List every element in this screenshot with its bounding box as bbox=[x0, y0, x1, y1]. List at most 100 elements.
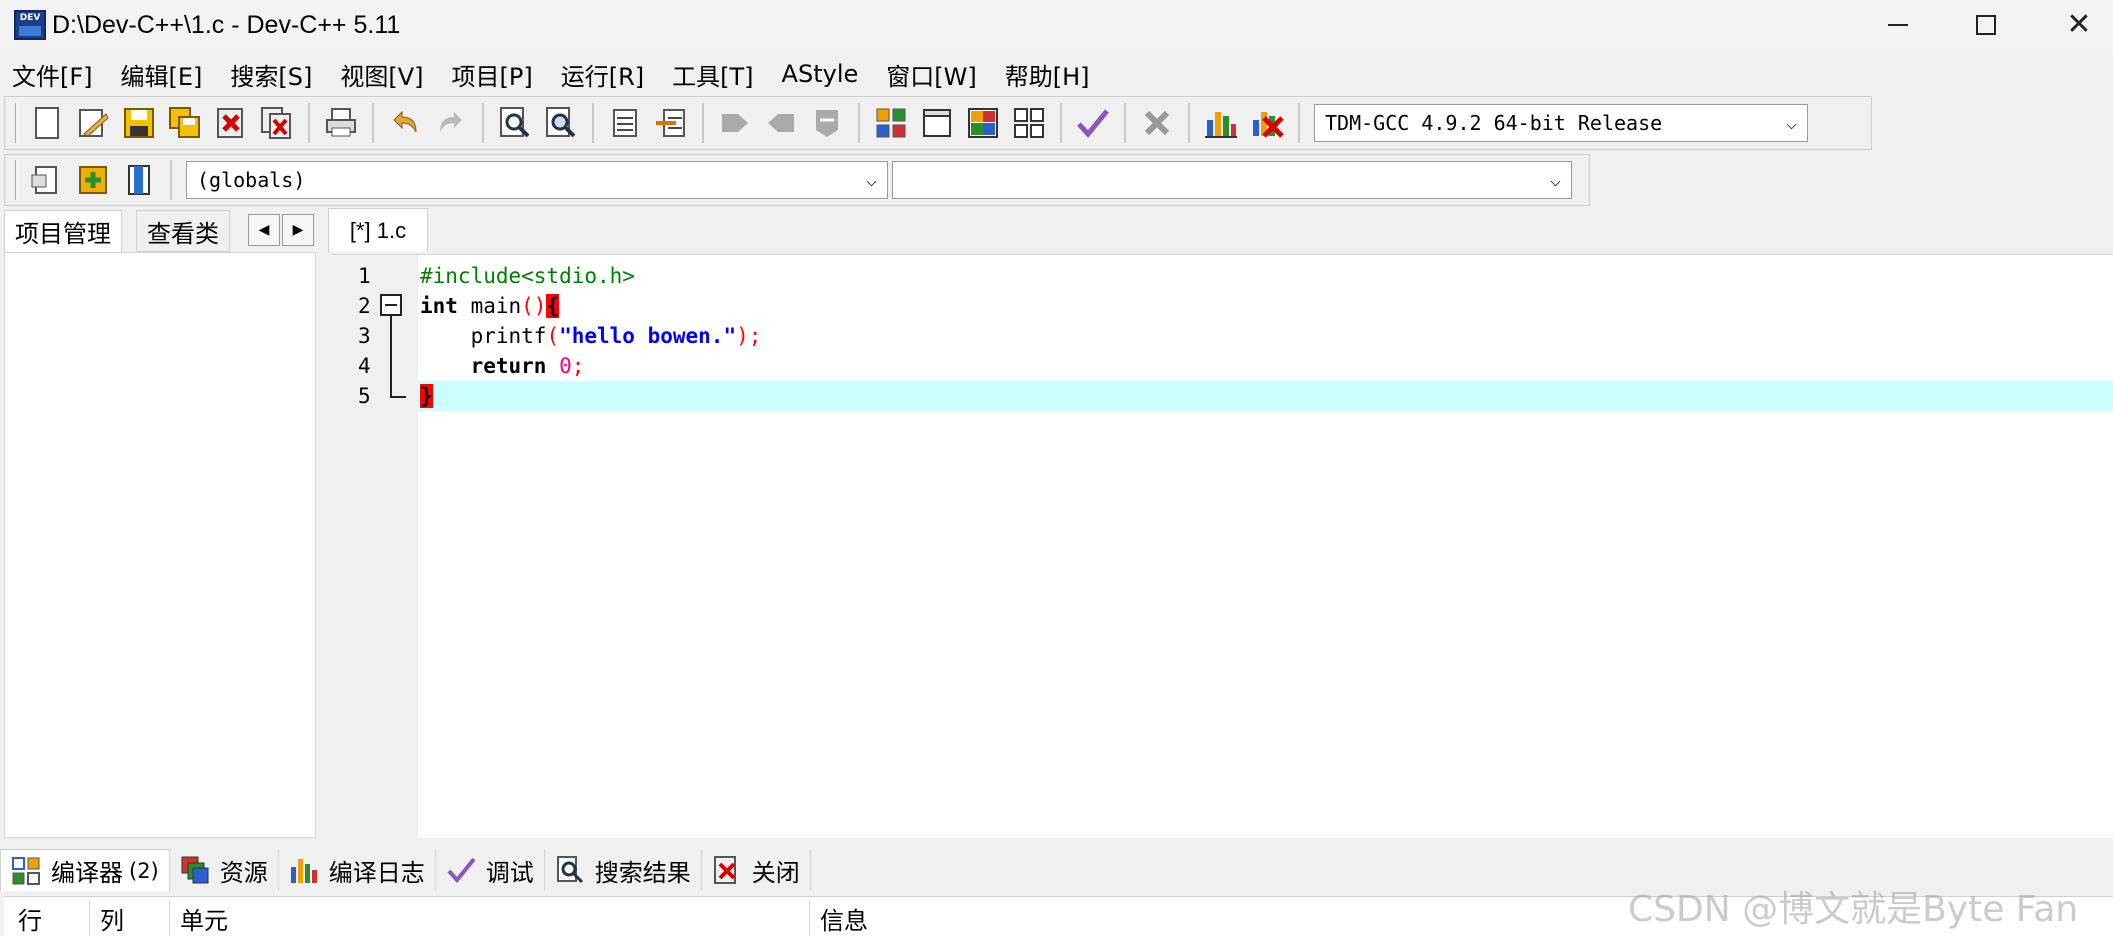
save-all-icon[interactable] bbox=[167, 105, 203, 141]
grid-view-icon[interactable] bbox=[1011, 105, 1047, 141]
menu-file[interactable]: 文件[F] bbox=[12, 57, 93, 92]
tab-scroll-right-button[interactable]: ▶ bbox=[282, 214, 314, 246]
goto-bookmark-icon[interactable] bbox=[763, 105, 799, 141]
column-header-line[interactable]: 行 bbox=[18, 901, 90, 936]
code-line-5: } bbox=[420, 384, 433, 408]
function-name: main bbox=[457, 294, 522, 318]
tab-compile-log-label: 编译日志 bbox=[328, 858, 425, 887]
tab-project-manager[interactable]: 项目管理 bbox=[4, 210, 122, 252]
close-window-button[interactable]: ✕ bbox=[2033, 0, 2113, 50]
delete-profile-icon[interactable] bbox=[1249, 105, 1285, 141]
insert-code-icon[interactable] bbox=[29, 162, 65, 198]
tab-close[interactable]: 关闭 bbox=[702, 849, 811, 891]
menu-help[interactable]: 帮助[H] bbox=[1005, 57, 1090, 92]
tab-close-label: 关闭 bbox=[751, 858, 800, 887]
print-icon[interactable] bbox=[323, 105, 359, 141]
symbol-select[interactable]: ⌵ bbox=[892, 161, 1572, 199]
scope-select[interactable]: (globals) ⌵ bbox=[186, 161, 888, 199]
add-file-icon[interactable] bbox=[75, 162, 111, 198]
bookmark-book-icon[interactable] bbox=[121, 162, 157, 198]
column-header-unit[interactable]: 单元 bbox=[180, 901, 810, 936]
arrow-right-icon: ▶ bbox=[292, 222, 304, 238]
toolbar-separator bbox=[1124, 103, 1126, 143]
tab-debug[interactable]: 调试 bbox=[436, 849, 545, 891]
chevron-down-icon: ⌵ bbox=[1550, 169, 1561, 191]
parentheses: () bbox=[521, 294, 547, 318]
compile-check-icon[interactable] bbox=[1075, 105, 1111, 141]
chart-bars-icon bbox=[289, 855, 319, 885]
maximize-icon bbox=[1976, 15, 1996, 35]
toolbar-separator bbox=[308, 103, 310, 143]
tab-class-browser[interactable]: 查看类 bbox=[136, 210, 230, 252]
toggle-bookmark-icon[interactable] bbox=[717, 105, 753, 141]
close-all-icon[interactable] bbox=[259, 105, 295, 141]
minimize-button[interactable] bbox=[1852, 0, 1944, 50]
compiler-select[interactable]: TDM-GCC 4.9.2 64-bit Release ⌵ bbox=[1314, 104, 1808, 142]
scope-select-value: (globals) bbox=[197, 168, 306, 192]
tab-compiler[interactable]: 编译器 (2) bbox=[0, 849, 170, 891]
tile-windows-icon[interactable] bbox=[965, 105, 1001, 141]
menu-tools[interactable]: 工具[T] bbox=[672, 57, 753, 92]
indent-icon[interactable] bbox=[607, 105, 643, 141]
toolbar-grip[interactable] bbox=[15, 160, 18, 200]
line-number-gutter: 1 2 3 4 5 bbox=[332, 255, 418, 839]
editor-tab-1c[interactable]: [*] 1.c bbox=[328, 208, 428, 252]
compiler-select-value: TDM-GCC 4.9.2 64-bit Release bbox=[1325, 111, 1663, 135]
tab-debug-label: 调试 bbox=[485, 858, 534, 887]
number-literal: 0 bbox=[546, 354, 572, 378]
new-project-icon[interactable] bbox=[873, 105, 909, 141]
redo-icon[interactable] bbox=[433, 105, 469, 141]
replace-icon[interactable] bbox=[543, 105, 579, 141]
menu-run[interactable]: 运行[R] bbox=[561, 57, 644, 92]
arrow-left-icon: ◀ bbox=[258, 222, 270, 238]
compiler-grid-icon bbox=[11, 856, 41, 886]
line-number: 3 bbox=[358, 324, 371, 348]
toolbar-separator bbox=[1060, 103, 1062, 143]
goto-line-icon[interactable] bbox=[809, 105, 845, 141]
menu-search[interactable]: 搜索[S] bbox=[230, 57, 312, 92]
tab-resources[interactable]: 资源 bbox=[170, 849, 279, 891]
undo-icon[interactable] bbox=[387, 105, 423, 141]
line-number: 5 bbox=[358, 384, 371, 408]
code-line-2: int main(){ bbox=[420, 294, 560, 318]
stop-execution-icon[interactable] bbox=[1139, 105, 1175, 141]
column-header-message[interactable]: 信息 bbox=[820, 901, 1420, 936]
menu-view[interactable]: 视图[V] bbox=[340, 57, 423, 92]
column-header-col[interactable]: 列 bbox=[100, 901, 170, 936]
profile-chart-icon[interactable] bbox=[1203, 105, 1239, 141]
project-tree-panel[interactable] bbox=[4, 252, 316, 838]
open-file-icon[interactable] bbox=[75, 105, 111, 141]
toolbar-grip[interactable] bbox=[15, 103, 18, 143]
menu-project[interactable]: 项目[P] bbox=[452, 57, 533, 92]
code-editor[interactable]: 1 2 3 4 5 #include<stdio.h> int main(){ … bbox=[332, 254, 2113, 839]
code-line-4: return 0; bbox=[420, 354, 585, 378]
tab-compile-log[interactable]: 编译日志 bbox=[279, 849, 436, 891]
close-file-icon[interactable] bbox=[213, 105, 249, 141]
keyword: return bbox=[420, 354, 547, 378]
menu-astyle[interactable]: AStyle bbox=[782, 60, 859, 88]
toolbar-separator bbox=[858, 103, 860, 143]
compiler-message-count: (2) bbox=[129, 858, 159, 883]
window-icon[interactable] bbox=[919, 105, 955, 141]
toolbar-separator bbox=[372, 103, 374, 143]
current-line-highlight bbox=[418, 381, 2113, 411]
save-icon[interactable] bbox=[121, 105, 157, 141]
find-icon[interactable] bbox=[497, 105, 533, 141]
new-file-icon[interactable] bbox=[29, 105, 65, 141]
unindent-icon[interactable] bbox=[653, 105, 689, 141]
paren-open: ( bbox=[546, 324, 560, 348]
line-number: 1 bbox=[358, 264, 371, 288]
maximize-button[interactable] bbox=[1940, 0, 2032, 50]
toolbar-separator bbox=[482, 103, 484, 143]
keyword: int bbox=[420, 294, 458, 318]
semicolon: ; bbox=[571, 354, 585, 378]
tab-scroll-left-button[interactable]: ◀ bbox=[248, 214, 280, 246]
menu-window[interactable]: 窗口[W] bbox=[886, 57, 976, 92]
minimize-icon bbox=[1888, 24, 1908, 26]
app-icon-label: DEV bbox=[19, 13, 41, 23]
menu-edit[interactable]: 编辑[E] bbox=[121, 57, 203, 92]
line-number: 2 bbox=[358, 294, 371, 318]
devcpp-app-icon[interactable]: DEV bbox=[14, 10, 46, 40]
fold-collapse-icon[interactable] bbox=[380, 294, 402, 316]
tab-search-results[interactable]: 搜索结果 bbox=[545, 849, 702, 891]
